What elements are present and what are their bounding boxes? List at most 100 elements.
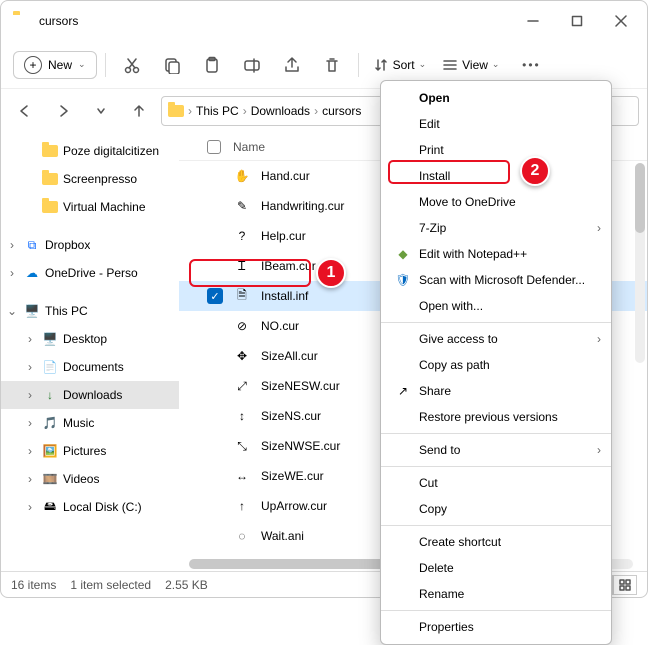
new-label: New bbox=[48, 58, 72, 72]
file-name: SizeNS.cur bbox=[261, 409, 321, 423]
file-icon: Ꮖ bbox=[233, 257, 251, 275]
vertical-scrollbar[interactable] bbox=[635, 163, 645, 363]
forward-button[interactable] bbox=[47, 95, 79, 127]
file-name: Help.cur bbox=[261, 229, 306, 243]
context-menu-item[interactable]: Send to› bbox=[381, 437, 611, 463]
folder-icon: 🎞️ bbox=[41, 470, 59, 488]
sidebar-item[interactable]: ›🖴Local Disk (C:) bbox=[1, 493, 179, 521]
context-menu-item[interactable]: Open bbox=[381, 85, 611, 111]
sidebar-item[interactable]: Poze digitalcitizen bbox=[1, 137, 179, 165]
sidebar-item[interactable]: ›🎵Music bbox=[1, 409, 179, 437]
cut-button[interactable] bbox=[114, 47, 150, 83]
breadcrumb-thispc[interactable]: This PC bbox=[196, 104, 239, 118]
up-button[interactable] bbox=[123, 95, 155, 127]
breadcrumb-downloads[interactable]: Downloads bbox=[251, 104, 310, 118]
context-menu-item[interactable]: 7-Zip› bbox=[381, 215, 611, 241]
file-icon: ✥ bbox=[233, 347, 251, 365]
sidebar-item-thispc[interactable]: ⌄ 🖥️ This PC bbox=[1, 297, 179, 325]
status-size: 2.55 KB bbox=[165, 578, 208, 592]
sidebar-item[interactable]: ›🖥️Desktop bbox=[1, 325, 179, 353]
context-menu-item[interactable]: Give access to› bbox=[381, 326, 611, 352]
chevron-right-icon: › bbox=[597, 443, 601, 457]
context-menu-item[interactable]: Delete bbox=[381, 555, 611, 581]
file-name: SizeNWSE.cur bbox=[261, 439, 340, 453]
chevron-down-icon: ⌄ bbox=[78, 59, 86, 70]
maximize-button[interactable] bbox=[555, 5, 599, 37]
sidebar-item[interactable]: Screenpresso bbox=[1, 165, 179, 193]
context-menu-item[interactable]: Edit bbox=[381, 111, 611, 137]
recent-dropdown[interactable] bbox=[85, 95, 117, 127]
context-menu-item[interactable]: Move to OneDrive bbox=[381, 189, 611, 215]
column-name[interactable]: Name bbox=[233, 140, 265, 154]
folder-icon bbox=[13, 14, 31, 28]
sidebar-item[interactable]: ›☁OneDrive - Perso bbox=[1, 259, 179, 287]
breadcrumb-cursors[interactable]: cursors bbox=[322, 104, 361, 118]
select-all-checkbox[interactable] bbox=[207, 140, 221, 154]
rename-button[interactable] bbox=[234, 47, 270, 83]
file-icon: ↕ bbox=[233, 407, 251, 425]
folder-icon: ↓ bbox=[41, 386, 59, 404]
file-name: NO.cur bbox=[261, 319, 299, 333]
context-menu-item[interactable]: Print bbox=[381, 137, 611, 163]
context-menu[interactable]: OpenEditPrintInstallMove to OneDrive7-Zi… bbox=[380, 80, 612, 645]
sidebar-item[interactable]: ›🖼️Pictures bbox=[1, 437, 179, 465]
copy-button[interactable] bbox=[154, 47, 190, 83]
context-menu-item[interactable]: Open with... bbox=[381, 293, 611, 319]
sort-icon bbox=[373, 57, 389, 73]
context-menu-item[interactable]: 🛡Scan with Microsoft Defender... bbox=[381, 267, 611, 293]
file-name: Install.inf bbox=[261, 289, 308, 303]
plus-icon: + bbox=[24, 56, 42, 74]
sidebar-item[interactable]: ›📄Documents bbox=[1, 353, 179, 381]
file-name: UpArrow.cur bbox=[261, 499, 327, 513]
more-button[interactable]: ••• bbox=[513, 47, 549, 83]
delete-button[interactable] bbox=[314, 47, 350, 83]
sort-button[interactable]: Sort ⌄ bbox=[367, 57, 433, 73]
minimize-button[interactable] bbox=[511, 5, 555, 37]
sidebar-item[interactable]: ›↓Downloads bbox=[1, 381, 179, 409]
status-count: 16 items bbox=[11, 578, 56, 592]
context-menu-item[interactable]: Restore previous versions bbox=[381, 404, 611, 430]
file-icon: ✋ bbox=[233, 167, 251, 185]
folder-icon: 🎵 bbox=[41, 414, 59, 432]
sidebar-item[interactable]: Virtual Machine bbox=[1, 193, 179, 221]
sidebar-item[interactable]: ›⧉Dropbox bbox=[1, 231, 179, 259]
file-icon: ✎ bbox=[233, 197, 251, 215]
new-button[interactable]: + New ⌄ bbox=[13, 51, 97, 79]
context-menu-item[interactable]: Properties bbox=[381, 614, 611, 640]
folder-icon: 🖼️ bbox=[41, 442, 59, 460]
context-menu-item[interactable]: Copy bbox=[381, 496, 611, 522]
view-button[interactable]: View ⌄ bbox=[436, 57, 505, 73]
sidebar-item[interactable]: ›🎞️Videos bbox=[1, 465, 179, 493]
nav-sidebar: Poze digitalcitizenScreenpressoVirtual M… bbox=[1, 133, 179, 571]
file-name: SizeNESW.cur bbox=[261, 379, 340, 393]
back-button[interactable] bbox=[9, 95, 41, 127]
folder-icon: 🖥️ bbox=[41, 330, 59, 348]
context-menu-item[interactable]: Cut bbox=[381, 470, 611, 496]
folder-icon bbox=[168, 105, 184, 117]
paste-button[interactable] bbox=[194, 47, 230, 83]
thumbnails-view-button[interactable] bbox=[613, 575, 637, 595]
file-name: Wait.ani bbox=[261, 529, 304, 543]
context-menu-item[interactable]: ◆Edit with Notepad++ bbox=[381, 241, 611, 267]
context-menu-item[interactable]: Rename bbox=[381, 581, 611, 607]
share-button[interactable] bbox=[274, 47, 310, 83]
file-icon: ◌ bbox=[233, 527, 251, 545]
file-icon: ⤢ bbox=[233, 377, 251, 395]
file-icon: ↔ bbox=[233, 467, 251, 485]
file-name: SizeAll.cur bbox=[261, 349, 318, 363]
context-menu-item[interactable]: Install bbox=[381, 163, 611, 189]
close-button[interactable] bbox=[599, 5, 643, 37]
chevron-right-icon: › bbox=[597, 221, 601, 235]
checkbox-icon[interactable]: ✓ bbox=[207, 288, 223, 304]
chevron-right-icon: › bbox=[597, 332, 601, 346]
context-menu-item[interactable]: Copy as path bbox=[381, 352, 611, 378]
file-icon: ⊘ bbox=[233, 317, 251, 335]
chevron-down-icon: ⌄ bbox=[419, 59, 427, 70]
file-icon: 🗎 bbox=[233, 287, 251, 305]
context-menu-item[interactable]: ↗Share bbox=[381, 378, 611, 404]
notepadpp-icon: ◆ bbox=[395, 246, 411, 262]
monitor-icon: 🖥️ bbox=[23, 302, 41, 320]
context-menu-item[interactable]: Create shortcut bbox=[381, 529, 611, 555]
cloud-icon: ☁ bbox=[23, 264, 41, 282]
folder-icon: 📄 bbox=[41, 358, 59, 376]
